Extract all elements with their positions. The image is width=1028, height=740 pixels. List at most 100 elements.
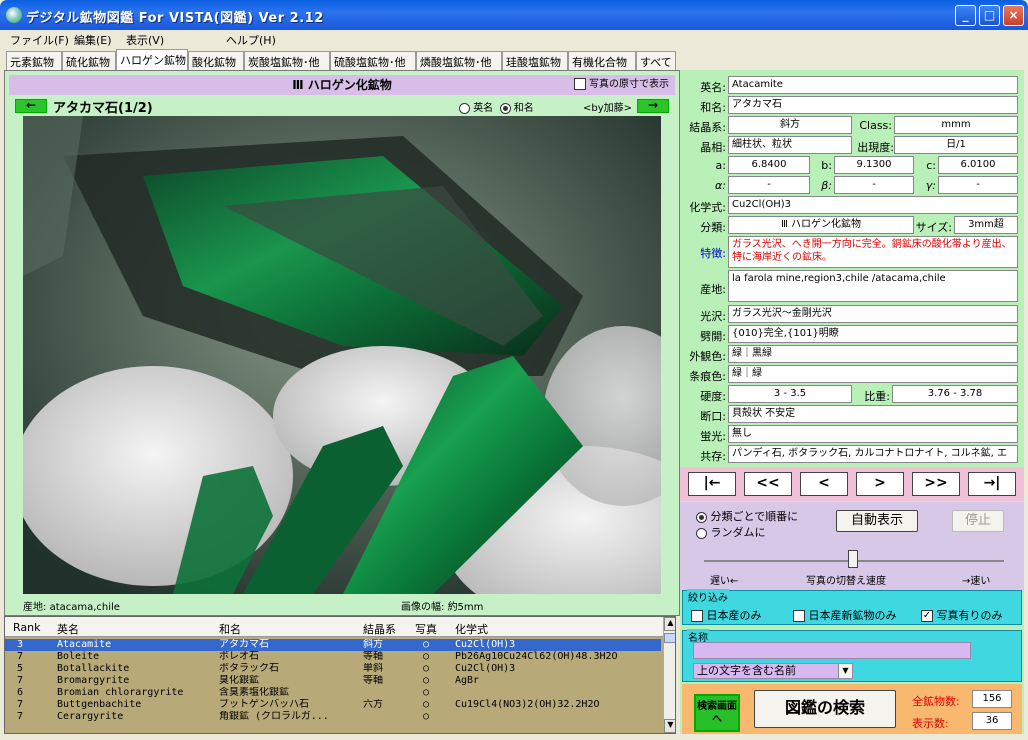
tab-native[interactable]: 元素鉱物 xyxy=(6,51,62,70)
ja-field[interactable]: アタカマ石 xyxy=(728,96,1018,114)
speed-slider-thumb[interactable] xyxy=(848,550,858,568)
fluorescence-field[interactable]: 無し xyxy=(728,425,1018,443)
chevron-down-icon[interactable]: ▼ xyxy=(838,664,852,678)
radio-sequential[interactable] xyxy=(696,511,707,523)
scroll-thumb[interactable] xyxy=(664,633,675,643)
color-field[interactable]: 緑｜黒緑 xyxy=(728,345,1018,363)
table-row[interactable]: 5 Botallackite ボタラック石 単斜 ○ Cu2Cl(OH)3 xyxy=(5,663,661,675)
col-formula[interactable]: 化学式 xyxy=(455,621,488,637)
original-size-checkbox[interactable] xyxy=(573,78,586,90)
c-field[interactable]: 6.0100 xyxy=(938,156,1018,174)
photo-panel: Ⅲ ハロゲン化鉱物 写真の原寸で表示 ← アタカマ石(1/2) 英名 和名 <b… xyxy=(4,70,680,616)
menu-help[interactable]: ヘルプ(H) xyxy=(226,32,276,48)
next-button[interactable]: > xyxy=(856,472,904,496)
col-system[interactable]: 結晶系 xyxy=(363,621,396,637)
filter-japan-new[interactable]: 日本産新鉱物のみ xyxy=(793,607,897,623)
luster-field[interactable]: ガラス光沢～金剛光沢 xyxy=(728,305,1018,323)
tab-carbonate[interactable]: 炭酸塩鉱物･他 xyxy=(244,51,330,70)
name-search-mode-select[interactable]: 上の文字を含む名前 ▼ xyxy=(693,663,853,679)
tab-silicate[interactable]: 珪酸塩鉱物 xyxy=(502,51,568,70)
streak-field[interactable]: 緑｜緑 xyxy=(728,365,1018,383)
maximize-button[interactable]: □ xyxy=(979,5,1000,26)
table-row[interactable]: 7 Boleite ボレオ石 等軸 ○ Pb26Ag10Cu24Cl62(OH)48.3H… xyxy=(5,651,661,663)
alpha-label: α: xyxy=(715,179,726,192)
table-row[interactable]: 7 Bromargyrite 臭化銀鉱 等軸 ○ AgBr xyxy=(5,675,661,687)
col-photo[interactable]: 写真 xyxy=(415,621,437,637)
beta-field[interactable]: - xyxy=(834,176,914,194)
tab-all[interactable]: すべて xyxy=(636,51,676,70)
first-button[interactable]: |← xyxy=(688,472,736,496)
tab-sulfate[interactable]: 硫酸塩鉱物･他 xyxy=(330,51,416,70)
cell-rank: 7 xyxy=(17,699,24,710)
search-screen-button[interactable]: 検索画面へ xyxy=(694,694,740,732)
original-size-toggle[interactable]: 写真の原寸で表示 xyxy=(573,75,669,95)
col-english[interactable]: 英名 xyxy=(57,621,79,637)
close-button[interactable]: × xyxy=(1003,5,1024,26)
radio-english[interactable] xyxy=(459,102,470,114)
table-row[interactable]: 6 Bromian chlorargyrite 含臭素塩化銀鉱 ○ xyxy=(5,687,661,699)
next-page-button[interactable]: >> xyxy=(912,472,960,496)
next-mineral-button[interactable]: → xyxy=(637,99,669,113)
last-button[interactable]: →| xyxy=(968,472,1016,496)
scroll-up-icon[interactable]: ▲ xyxy=(664,617,675,631)
auto-random-option[interactable]: ランダムに xyxy=(696,524,766,540)
col-japanese[interactable]: 和名 xyxy=(219,621,241,637)
cleavage-field[interactable]: {010}完全,{101}明瞭 xyxy=(728,325,1018,343)
speed-slow-label: 遅い← xyxy=(710,576,739,587)
formula-field[interactable]: Cu2Cl(OH)3 xyxy=(728,196,1018,214)
class-field[interactable]: mmm xyxy=(894,116,1018,134)
a-field[interactable]: 6.8400 xyxy=(728,156,810,174)
photo-checkbox[interactable]: ✓ xyxy=(921,610,933,622)
prev-button[interactable]: < xyxy=(800,472,848,496)
mineral-list[interactable]: Rank 英名 和名 結晶系 写真 化学式 3 Atacamite アタカマ石 斜方 ○… xyxy=(4,616,676,734)
radio-random[interactable] xyxy=(696,527,707,539)
associated-field[interactable]: パンディ石, ボタラック石, カルコナトロナイト, コルネ鉱, エ xyxy=(728,445,1018,463)
gravity-field[interactable]: 3.76 - 3.78 xyxy=(892,385,1018,403)
auto-order-option[interactable]: 分類ごとで順番に xyxy=(696,508,798,524)
list-scrollbar[interactable]: ▲ ▼ xyxy=(663,617,675,733)
locality-field[interactable]: la farola mine,region3,chile /atacama,ch… xyxy=(728,270,1018,302)
col-rank[interactable]: Rank xyxy=(13,621,40,634)
fracture-field[interactable]: 貝殻状 不安定 xyxy=(728,405,1018,423)
alpha-field[interactable]: - xyxy=(728,176,810,194)
tab-phosphate[interactable]: 燐酸塩鉱物･他 xyxy=(416,51,502,70)
prev-mineral-button[interactable]: ← xyxy=(15,99,47,113)
japan-new-checkbox[interactable] xyxy=(793,610,805,622)
hardness-field[interactable]: 3 - 3.5 xyxy=(728,385,852,403)
radio-japanese[interactable] xyxy=(499,102,511,114)
feature-label: 特徴: xyxy=(700,247,726,260)
name-search-input[interactable] xyxy=(693,642,971,659)
gamma-field[interactable]: - xyxy=(938,176,1018,194)
tab-halide[interactable]: ハロゲン鉱物 xyxy=(116,49,188,70)
scroll-down-icon[interactable]: ▼ xyxy=(664,719,675,733)
filter-japan[interactable]: 日本産のみ xyxy=(691,607,762,623)
menu-edit[interactable]: 編集(E) xyxy=(74,32,112,48)
filter-photo[interactable]: ✓ 写真有りのみ xyxy=(921,607,1003,623)
minimize-button[interactable]: _ xyxy=(955,5,976,26)
b-field[interactable]: 9.1300 xyxy=(834,156,914,174)
en-field[interactable]: Atacamite xyxy=(728,76,1018,94)
category-field[interactable]: Ⅲ ハロゲン化鉱物 xyxy=(728,216,914,234)
tab-organic[interactable]: 有機化合物 xyxy=(568,51,636,70)
tab-oxide[interactable]: 酸化鉱物 xyxy=(188,51,244,70)
japan-checkbox[interactable] xyxy=(691,610,703,622)
ja-label: 和名: xyxy=(700,101,726,114)
size-field[interactable]: 3mm超 xyxy=(954,216,1018,234)
prev-page-button[interactable]: << xyxy=(744,472,792,496)
photo-locality: 産地: atacama,chile xyxy=(23,598,120,613)
feature-field[interactable]: ガラス光沢、へき開一方向に完全。銅鉱床の酸化帯より産出、特に海岸近くの鉱床。 xyxy=(728,236,1018,268)
table-row[interactable]: 7 Cerargyrite 角銀鉱 (クロラルガ... ○ xyxy=(5,711,661,723)
menu-view[interactable]: 表示(V) xyxy=(126,32,164,48)
search-button[interactable]: 図鑑の検索 xyxy=(754,690,896,728)
app-icon[interactable] xyxy=(6,7,22,23)
table-row[interactable]: 7 Buttgenbachite ブットゲンバッハ石 六方 ○ Cu19Cl4(NO3)2… xyxy=(5,699,661,711)
frequency-field[interactable]: 日/1 xyxy=(894,136,1018,154)
auto-stop-button[interactable]: 停止 xyxy=(952,510,1004,532)
menu-file[interactable]: ファイル(F) xyxy=(10,32,69,48)
tab-sulfide[interactable]: 硫化鉱物 xyxy=(62,51,116,70)
system-field[interactable]: 斜方 xyxy=(728,116,852,134)
habit-field[interactable]: 細柱状、粒状 xyxy=(728,136,852,154)
auto-start-button[interactable]: 自動表示 xyxy=(836,510,918,532)
cell-sys: 六方 xyxy=(363,699,383,710)
table-row[interactable]: 3 Atacamite アタカマ石 斜方 ○ Cu2Cl(OH)3 xyxy=(5,639,661,651)
